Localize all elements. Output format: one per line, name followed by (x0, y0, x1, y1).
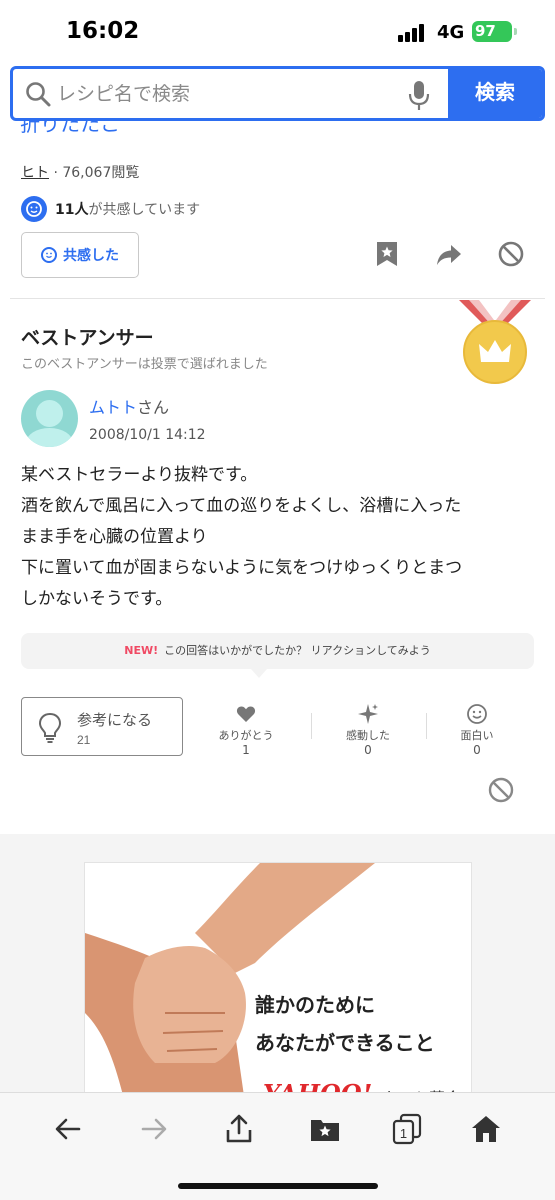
answerer-name-link[interactable]: ムトト (89, 398, 137, 417)
tab-count: 1 (400, 1126, 407, 1141)
search-bar: 検索 (10, 66, 545, 121)
search-input[interactable] (57, 77, 407, 111)
ad-headline-1: 誰かのために (255, 993, 375, 1017)
empathy-face-icon (21, 196, 47, 222)
bookmark-star-icon[interactable] (373, 240, 401, 268)
answerer-name[interactable]: ムトトさん (89, 394, 169, 418)
new-badge: NEW! (124, 644, 159, 657)
reaction-prompt-text: この回答はいかがでしたか？ リアクションしてみよう (164, 644, 431, 657)
microphone-icon[interactable] (407, 79, 431, 111)
question-meta: ヒト · 76,067閲覧 (21, 162, 139, 182)
tabs-icon[interactable]: 1 (391, 1113, 423, 1145)
answer-line: 酒を飲んで風呂に入って血の巡りをよくし、浴槽に入った (21, 496, 462, 516)
smile-icon (467, 704, 487, 724)
reaction-count: 0 (364, 743, 372, 757)
answerer-honorific: さん (137, 398, 170, 417)
reaction-label: 感動した (346, 729, 390, 742)
answer-body: 某ベストセラーより抜粋です。 酒を飲んで風呂に入って血の巡りをよくし、浴槽に入っ… (21, 460, 541, 615)
best-answer-heading: ベストアンサー (21, 327, 154, 349)
search-icon (26, 82, 51, 107)
back-arrow-icon[interactable] (52, 1113, 84, 1145)
search-button[interactable]: 検索 (448, 69, 542, 118)
browser-toolbar: 1 (0, 1092, 555, 1200)
block-icon[interactable] (487, 776, 515, 804)
previous-answer-cut-text: 折りたたこ (20, 118, 120, 134)
forward-arrow-icon[interactable] (138, 1113, 170, 1145)
status-time: 16:02 (66, 18, 140, 44)
handshake-image (85, 863, 375, 1101)
empathy-button-label: 共感した (63, 247, 119, 263)
empathy-count: 11人 (55, 202, 89, 218)
network-type: 4G (437, 22, 465, 43)
home-indicator[interactable] (178, 1183, 378, 1189)
helpful-button[interactable]: 参考になる 21 (21, 697, 183, 756)
helpful-label: 参考になる (77, 712, 153, 729)
home-icon[interactable] (470, 1113, 502, 1145)
reaction-separator (311, 713, 312, 739)
reaction-label: ありがとう (218, 729, 274, 742)
empathy-summary: 11人 が共感しています (21, 196, 200, 222)
reaction-moved[interactable]: 感動した 0 (328, 703, 408, 757)
reaction-label: 面白い (460, 729, 494, 742)
reaction-count: 0 (473, 743, 481, 757)
status-bar: 16:02 4G 97 (0, 0, 555, 62)
signal-icon (398, 24, 428, 42)
ad-headline-2: あなたができること (255, 1031, 435, 1055)
answer-date: 2008/10/1 14:12 (89, 427, 206, 443)
answer-line: 下に置いて血が固まらないように気をつけゆっくりとまつ (21, 558, 463, 578)
empathy-button[interactable]: 共感した (21, 232, 139, 278)
reaction-funny[interactable]: 面白い 0 (437, 703, 517, 757)
reaction-prompt: NEW! この回答はいかがでしたか？ リアクションしてみよう (21, 633, 534, 669)
smile-icon (41, 247, 57, 263)
battery-icon: 97 (472, 21, 512, 42)
reaction-separator (426, 713, 427, 739)
answer-line: 某ベストセラーより抜粋です。 (21, 465, 258, 485)
answer-line: しかないそうです。 (21, 589, 173, 609)
helpful-count: 21 (77, 733, 91, 747)
avatar[interactable] (21, 390, 78, 447)
battery-level: 97 (475, 22, 496, 40)
sparkle-icon (358, 704, 378, 724)
lightbulb-icon (38, 712, 62, 743)
share-arrow-icon[interactable] (435, 240, 463, 268)
reaction-count: 1 (242, 743, 250, 757)
bookmarks-icon[interactable] (309, 1113, 341, 1145)
author-link[interactable]: ヒト (21, 165, 49, 181)
medal-icon (459, 300, 531, 384)
best-answer-subheading: このベストアンサーは投票で選ばれました (21, 357, 268, 372)
heart-icon (236, 706, 256, 722)
reaction-prompt-tail (251, 669, 267, 678)
battery-tip (514, 28, 517, 35)
reaction-thanks[interactable]: ありがとう 1 (206, 703, 286, 757)
ad-banner[interactable]: 誰かのために あなたができること YAHOO! ネット募金 (84, 862, 472, 1102)
answer-line: まま手を心臓の位置より (21, 527, 208, 547)
view-count: 76,067閲覧 (62, 165, 140, 181)
section-divider (10, 298, 545, 299)
block-icon[interactable] (497, 240, 525, 268)
empathy-suffix: が共感しています (88, 202, 201, 218)
share-icon[interactable] (223, 1113, 255, 1145)
